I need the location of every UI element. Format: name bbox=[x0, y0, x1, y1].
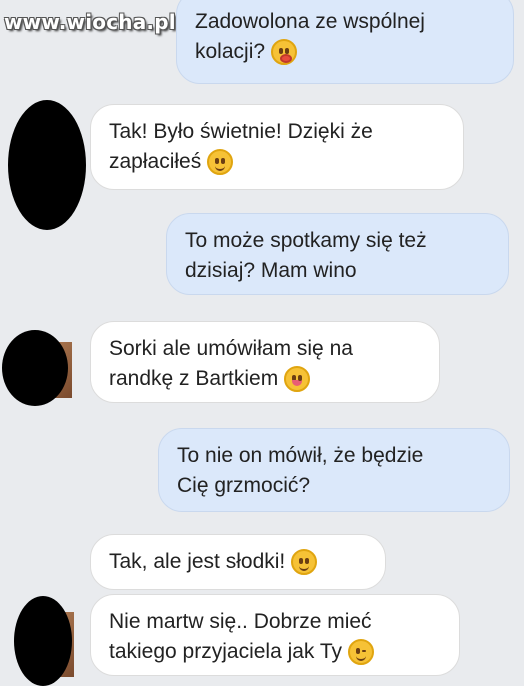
tongue-face-icon bbox=[284, 366, 311, 393]
message-text-line: To może spotkamy się też bbox=[185, 229, 427, 252]
message-text-line: Sorki ale umówiłam się na bbox=[109, 337, 353, 360]
message-bubble-outgoing[interactable]: To nie on mówił, że będzie Cię grzmocić? bbox=[158, 428, 510, 512]
message-text-line: randkę z Bartkiem bbox=[109, 367, 279, 390]
smiling-face-icon bbox=[207, 149, 234, 176]
message-text-line: Tak! Było świetnie! Dzięki że bbox=[109, 120, 373, 143]
message-bubble-incoming[interactable]: Tak! Było świetnie! Dzięki że zapłaciłeś bbox=[90, 104, 464, 190]
message-text-line: To nie on mówił, że będzie bbox=[177, 444, 424, 467]
site-watermark: www.wiocha.pl bbox=[4, 10, 176, 34]
message-text-line: Tak, ale jest słodki! bbox=[109, 550, 286, 573]
blushing-face-icon bbox=[271, 39, 298, 66]
message-text-line: Nie martw się.. Dobrze mieć bbox=[109, 610, 372, 633]
message-text-line: takiego przyjaciela jak Ty bbox=[109, 640, 343, 663]
contact-avatar[interactable] bbox=[14, 596, 72, 686]
message-text-line: zapłaciłeś bbox=[109, 150, 202, 173]
contact-avatar[interactable] bbox=[8, 100, 86, 230]
message-bubble-outgoing[interactable]: To może spotkamy się też dzisiaj? Mam wi… bbox=[166, 213, 509, 295]
winking-face-icon bbox=[348, 639, 375, 666]
message-text-line: dzisiaj? Mam wino bbox=[185, 259, 357, 282]
message-text-line: Cię grzmocić? bbox=[177, 474, 311, 497]
message-bubble-incoming[interactable]: Sorki ale umówiłam się na randkę z Bartk… bbox=[90, 321, 440, 403]
message-bubble-incoming[interactable]: Nie martw się.. Dobrze mieć takiego przy… bbox=[90, 594, 460, 676]
contact-avatar[interactable] bbox=[2, 330, 68, 406]
message-bubble-outgoing[interactable]: Zadowolona ze wspólnej kolacji? bbox=[176, 0, 514, 84]
message-text-line: kolacji? bbox=[195, 40, 266, 63]
smiling-face-icon bbox=[291, 549, 318, 576]
message-bubble-incoming[interactable]: Tak, ale jest słodki! bbox=[90, 534, 386, 590]
message-text-line: Zadowolona ze wspólnej bbox=[195, 10, 425, 33]
